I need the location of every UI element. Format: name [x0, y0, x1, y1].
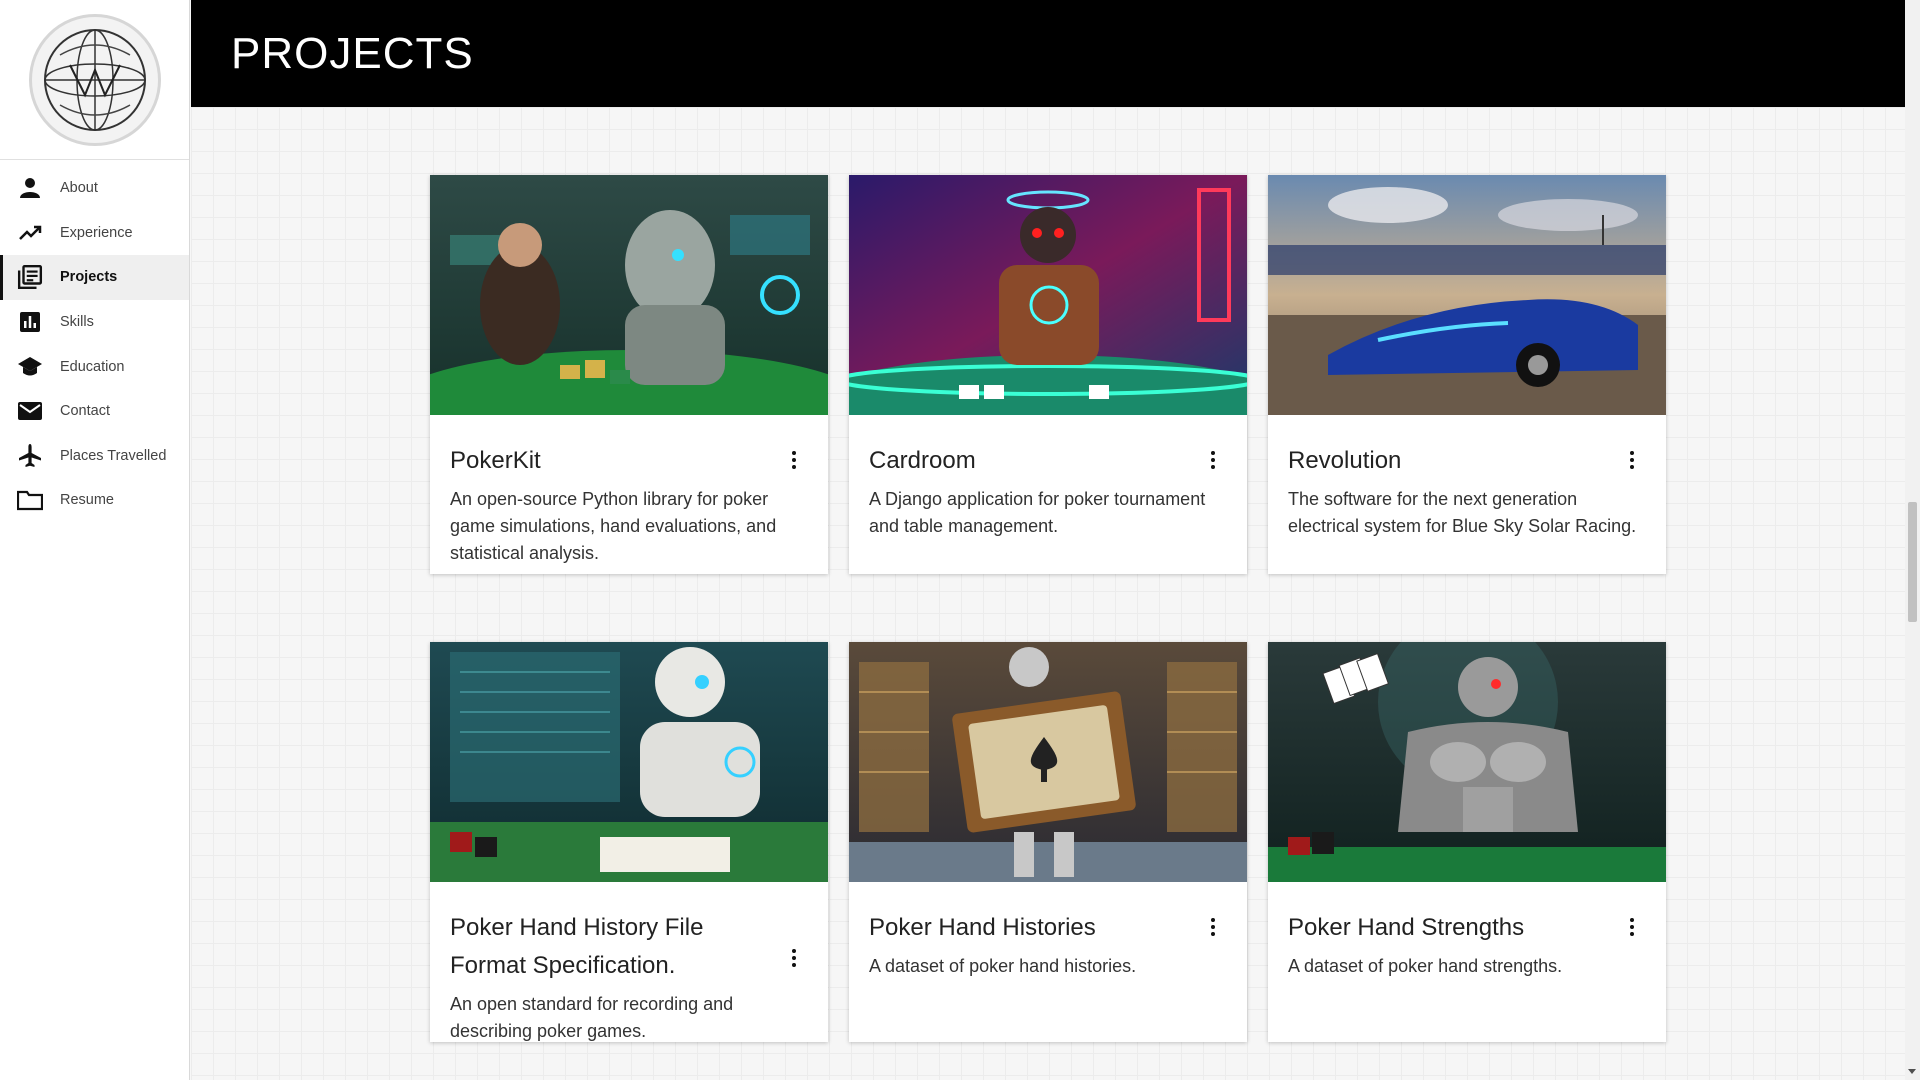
sidebar-item-projects[interactable]: Projects: [0, 255, 189, 300]
sidebar-item-label: Experience: [60, 224, 133, 241]
person-icon: [16, 174, 44, 202]
school-icon: [16, 353, 44, 381]
more-vert-icon[interactable]: [782, 448, 806, 472]
robot-carrying-book-image: [849, 642, 1247, 882]
card-title: Poker Hand History File Format Specifica…: [450, 914, 704, 979]
project-card-pokerkit[interactable]: PokerKit An open-source Python library f…: [430, 175, 828, 574]
sidebar-item-label: About: [60, 180, 98, 197]
more-vert-icon[interactable]: [1201, 915, 1225, 939]
library-books-icon: [16, 263, 44, 291]
sidebar-item-label: Places Travelled: [60, 447, 167, 464]
neon-robot-poker-room-image: [849, 175, 1247, 455]
page-title: PROJECTS: [231, 28, 474, 78]
sidebar-item-places-travelled[interactable]: Places Travelled: [0, 434, 189, 479]
card-description: A dataset of poker hand strengths.: [1288, 956, 1563, 976]
sidebar-item-skills[interactable]: Skills: [0, 300, 189, 345]
card-body: Poker Hand History File Format Specifica…: [430, 887, 828, 1042]
sidebar-item-resume[interactable]: Resume: [0, 478, 189, 523]
robot-writing-hand-histories-image: [430, 642, 828, 882]
card-description: An open standard for recording and descr…: [450, 994, 734, 1041]
project-card-revolution[interactable]: Revolution The software for the next gen…: [1268, 175, 1666, 574]
sidebar-nav: About Experience Projects Skills Educati…: [0, 160, 189, 523]
more-vert-icon[interactable]: [782, 946, 806, 970]
card-description: The software for the next generation ele…: [1288, 489, 1637, 536]
sidebar-item-about[interactable]: About: [0, 166, 189, 211]
sidebar-item-contact[interactable]: Contact: [0, 389, 189, 434]
sidebar-item-label: Projects: [60, 269, 118, 286]
project-card-cardroom[interactable]: Cardroom A Django application for poker …: [849, 175, 1247, 574]
card-description: A Django application for poker tournamen…: [869, 489, 1206, 536]
logo-container: [0, 0, 189, 160]
card-title: Revolution: [1288, 447, 1402, 474]
card-title: PokerKit: [450, 447, 541, 474]
sidebar: About Experience Projects Skills Educati…: [0, 0, 190, 1080]
airplane-icon: [16, 442, 44, 470]
sidebar-item-education[interactable]: Education: [0, 344, 189, 389]
more-vert-icon[interactable]: [1620, 448, 1644, 472]
solar-race-car-image: [1268, 175, 1666, 415]
world-globe-logo[interactable]: [28, 13, 161, 146]
scroll-down-arrow-icon[interactable]: [1908, 1069, 1916, 1074]
project-card-poker-hand-histories[interactable]: Poker Hand Histories A dataset of poker …: [849, 642, 1247, 1042]
sidebar-item-label: Skills: [60, 314, 94, 331]
sidebar-item-label: Contact: [60, 403, 110, 420]
card-title: Cardroom: [869, 447, 976, 474]
scrollbar-thumb[interactable]: [1908, 502, 1917, 622]
vertical-scrollbar[interactable]: [1905, 0, 1920, 1080]
muscular-robot-cards-image: [1268, 642, 1666, 882]
sidebar-item-label: Resume: [60, 492, 114, 509]
card-body: Cardroom A Django application for poker …: [849, 420, 1247, 554]
trending-up-icon: [16, 219, 44, 247]
card-title: Poker Hand Histories: [869, 914, 1096, 941]
card-title: Poker Hand Strengths: [1288, 914, 1525, 941]
bar-chart-icon: [16, 308, 44, 336]
card-body: Revolution The software for the next gen…: [1268, 420, 1666, 554]
more-vert-icon[interactable]: [1620, 915, 1644, 939]
folder-icon: [16, 486, 44, 514]
sidebar-item-label: Education: [60, 358, 125, 375]
projects-grid: PokerKit An open-source Python library f…: [191, 107, 1905, 1080]
project-card-poker-hand-strengths[interactable]: Poker Hand Strengths A dataset of poker …: [1268, 642, 1666, 1042]
card-body: Poker Hand Strengths A dataset of poker …: [1268, 887, 1666, 994]
card-description: An open-source Python library for poker …: [450, 489, 777, 563]
page-header: PROJECTS: [191, 0, 1905, 107]
robot-poker-player-image: [430, 175, 828, 460]
card-body: PokerKit An open-source Python library f…: [430, 420, 828, 574]
card-description: A dataset of poker hand histories.: [869, 956, 1137, 976]
project-card-poker-hand-history-spec[interactable]: Poker Hand History File Format Specifica…: [430, 642, 828, 1042]
card-body: Poker Hand Histories A dataset of poker …: [849, 887, 1247, 994]
sidebar-item-experience[interactable]: Experience: [0, 211, 189, 256]
mail-icon: [16, 397, 44, 425]
more-vert-icon[interactable]: [1201, 448, 1225, 472]
